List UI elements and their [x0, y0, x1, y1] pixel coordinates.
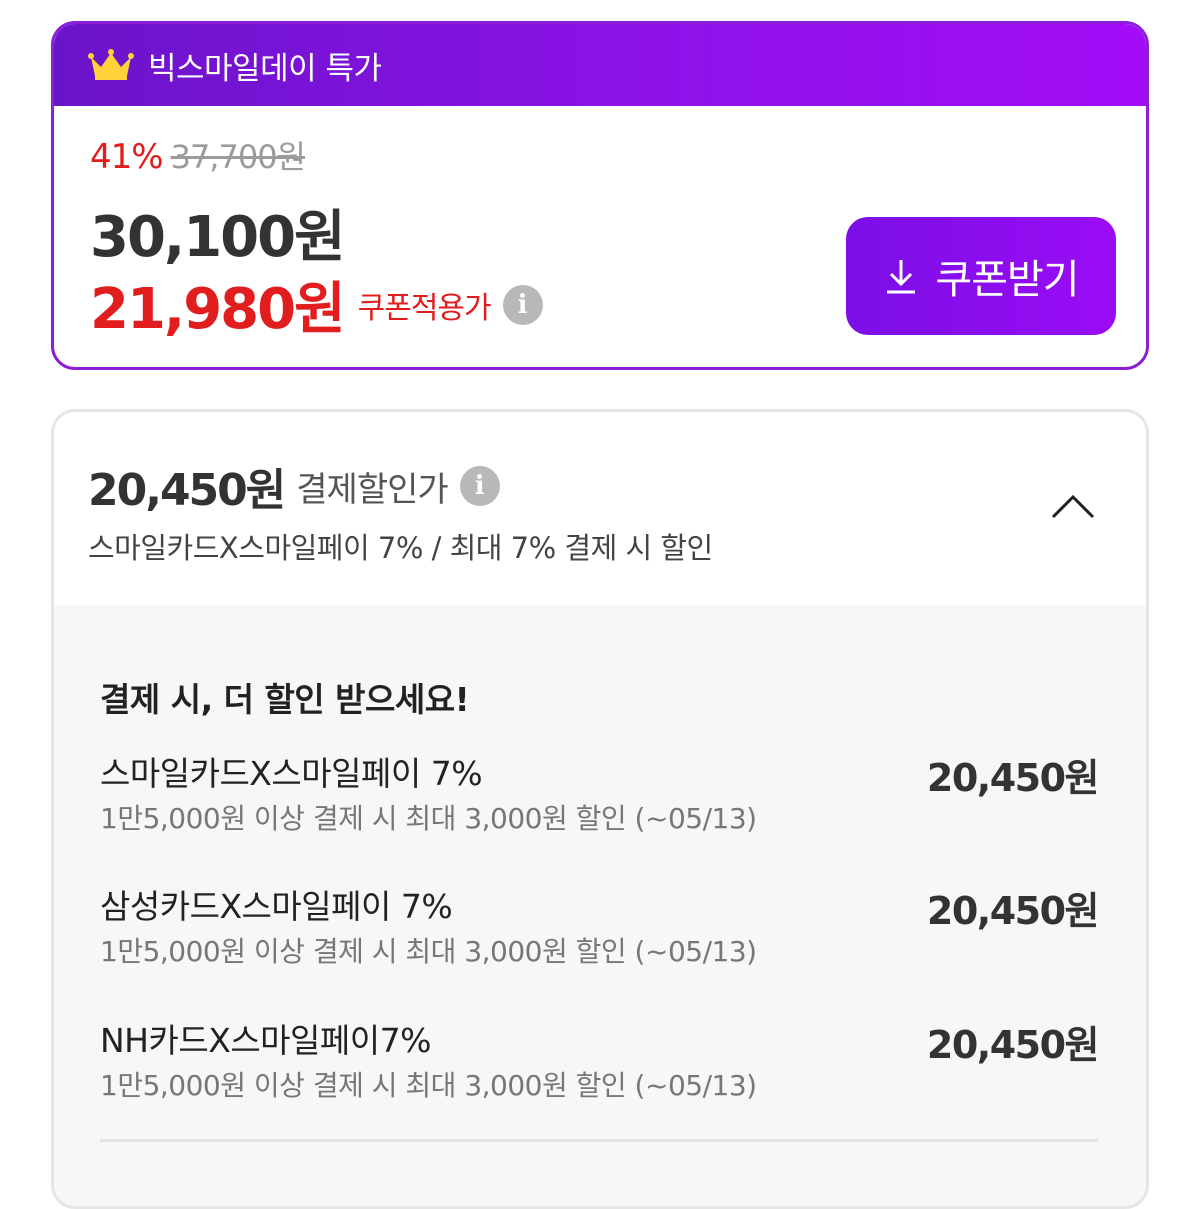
deal-header: 빅스마일데이 특가 — [54, 24, 1146, 106]
discount-row: 41% 37,700원 — [90, 132, 306, 178]
coupon-price-label: 쿠폰적용가 — [357, 290, 492, 326]
more-discount-title: 결제 시, 더 할인 받으세요! — [100, 680, 470, 719]
crown-icon — [88, 49, 134, 80]
payment-offers-panel: 결제 시, 더 할인 받으세요! 스마일카드X스마일페이 7% 1만5,000원… — [54, 605, 1146, 1206]
offer-condition: 1만5,000원 이상 결제 시 최대 3,000원 할인 (~05/13) — [100, 1069, 757, 1102]
offer-price: 20,450원 — [926, 889, 1100, 933]
sale-price: 30,100원 — [90, 205, 346, 270]
offer-price: 20,450원 — [926, 1023, 1100, 1067]
offer-item: NH카드X스마일페이7% 1만5,000원 이상 결제 시 최대 3,000원 … — [100, 1014, 1100, 1114]
payment-description: 스마일카드X스마일페이 7% / 최대 7% 결제 시 할인 — [88, 531, 713, 565]
download-icon — [887, 260, 916, 294]
payment-summary[interactable]: 20,450원 결제할인가 i 스마일카드X스마일페이 7% / 최대 7% 결… — [54, 412, 1146, 608]
get-coupon-label: 쿠폰받기 — [935, 257, 1079, 303]
offer-price: 20,450원 — [926, 756, 1100, 800]
offer-item: 삼성카드X스마일페이 7% 1만5,000원 이상 결제 시 최대 3,000원… — [100, 880, 1100, 980]
offer-condition: 1만5,000원 이상 결제 시 최대 3,000원 할인 (~05/13) — [100, 802, 757, 835]
coupon-price: 21,980원 — [90, 277, 346, 342]
offer-item: 스마일카드X스마일페이 7% 1만5,000원 이상 결제 시 최대 3,000… — [100, 747, 1100, 847]
divider — [100, 1139, 1098, 1142]
offer-name: 삼성카드X스마일페이 7% — [100, 887, 453, 926]
info-icon[interactable]: i — [502, 284, 543, 325]
chevron-up-icon[interactable] — [1050, 492, 1096, 520]
coupon-price-row: 21,980원 쿠폰적용가 i — [90, 264, 543, 345]
original-price: 37,700원 — [170, 138, 306, 176]
special-deal-card: 빅스마일데이 특가 41% 37,700원 30,100원 21,980원 쿠폰… — [51, 21, 1149, 370]
offer-name: NH카드X스마일페이7% — [100, 1021, 431, 1060]
get-coupon-button[interactable]: 쿠폰받기 — [846, 217, 1116, 335]
payment-discount-label: 결제할인가 — [296, 469, 448, 510]
offer-condition: 1만5,000원 이상 결제 시 최대 3,000원 할인 (~05/13) — [100, 935, 757, 968]
discount-rate: 41% — [90, 137, 164, 177]
payment-price-row: 20,450원 결제할인가 i — [88, 454, 500, 518]
payment-discount-card: 20,450원 결제할인가 i 스마일카드X스마일페이 7% / 최대 7% 결… — [51, 409, 1149, 1209]
offer-name: 스마일카드X스마일페이 7% — [100, 754, 483, 793]
deal-title: 빅스마일데이 특가 — [148, 50, 382, 87]
payment-discount-price: 20,450원 — [88, 465, 286, 516]
info-icon[interactable]: i — [459, 466, 500, 506]
